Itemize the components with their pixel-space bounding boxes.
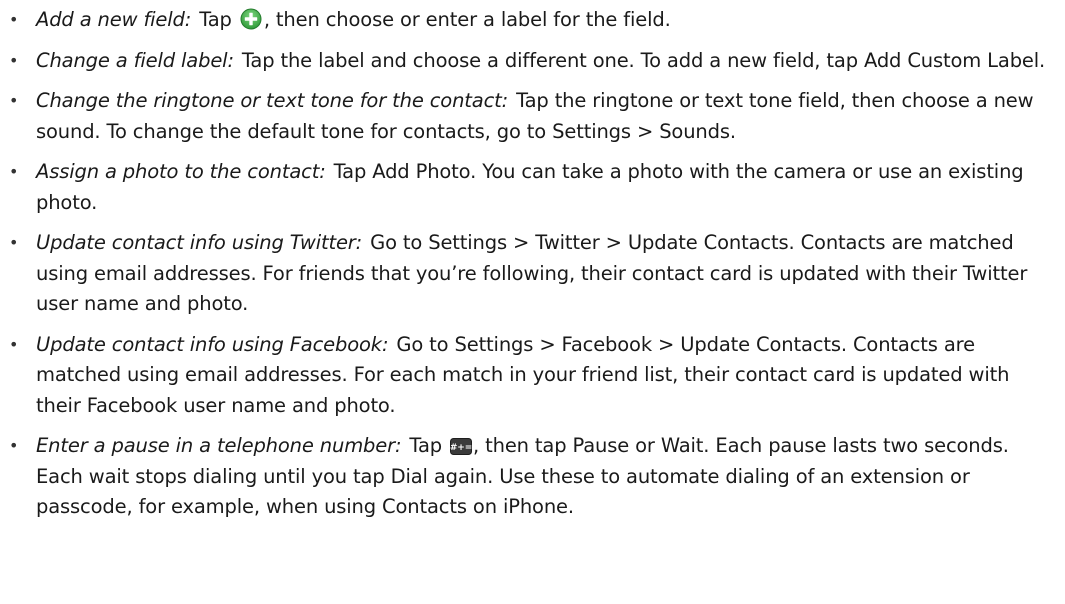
list-item-twitter: • Update contact info using Twitter: Go t… <box>7 228 1057 320</box>
instruction-list: • Add a new field: Tap , then choose or e… <box>7 5 1057 533</box>
document-page: • Add a new field: Tap , then choose or e… <box>0 0 1065 604</box>
keypad-icon-label: #+= <box>450 443 472 453</box>
item-lead: Assign a photo to the contact: <box>36 160 326 183</box>
bullet: • <box>9 162 19 181</box>
bullet: • <box>9 334 19 354</box>
item-lead: Change the ringtone or text tone for the… <box>36 89 509 112</box>
list-item-ringtone: • Change the ringtone or text tone for t… <box>7 86 1057 147</box>
bullet: • <box>9 233 19 252</box>
item-text-after-icon: , then choose or enter a label for the f… <box>263 8 671 31</box>
list-item-pause: • Enter a pause in a telephone number: Ta… <box>7 431 1057 523</box>
bullet: • <box>9 10 19 29</box>
bullet: • <box>9 436 19 455</box>
item-lead: Update contact info using Facebook: <box>36 332 389 356</box>
item-text-before-icon: Tap <box>409 434 449 457</box>
item-lead: Update contact info using Twitter: <box>36 231 363 254</box>
item-lead: Add a new field: <box>36 8 192 31</box>
list-item-facebook: • Update contact info using Facebook: Go … <box>7 330 1057 422</box>
list-item-change-label: • Change a field label: Tap the label and… <box>7 46 1057 77</box>
bullet: • <box>9 50 19 70</box>
symbol-keypad-icon: #+= <box>450 434 472 455</box>
list-item-assign-photo: • Assign a photo to the contact: Tap Add … <box>7 157 1057 218</box>
item-text-before-icon: Tap <box>199 8 238 31</box>
bullet: • <box>9 91 19 110</box>
add-circle-icon <box>240 8 262 30</box>
item-lead: Enter a pause in a telephone number: <box>36 434 402 457</box>
item-text: Tap the label and choose a different one… <box>241 48 1046 72</box>
item-lead: Change a field label: <box>36 48 234 72</box>
list-item-add-field: • Add a new field: Tap , then choose or e… <box>7 5 1057 36</box>
